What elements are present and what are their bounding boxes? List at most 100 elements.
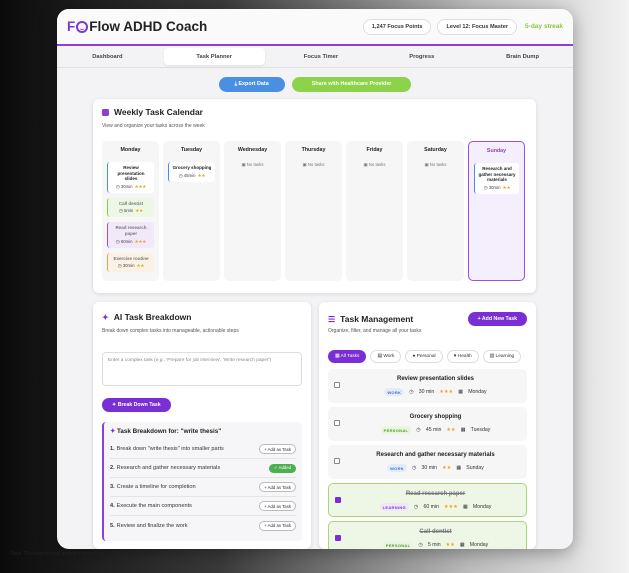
sparkle-icon: ✦ bbox=[110, 428, 116, 435]
category-tag: WORK bbox=[387, 464, 407, 472]
calendar-day-friday[interactable]: Friday ▣ No tasks bbox=[346, 141, 403, 281]
level-badge: Level 12: Focus Master bbox=[437, 18, 518, 35]
step-text-wrap: 1. Break down "write thesis" into smaller… bbox=[110, 446, 224, 452]
filter-label: Work bbox=[383, 354, 395, 359]
tab-focus-timer[interactable]: Focus Timer bbox=[271, 46, 372, 67]
task-checkbox[interactable] bbox=[335, 535, 341, 541]
add-as-task-button[interactable]: + Add as Task bbox=[259, 444, 296, 454]
task-day: Tuesday bbox=[470, 427, 491, 433]
task-list: Review presentation slides WORK ◷ 30 min ★★★… bbox=[328, 369, 527, 549]
add-as-task-button[interactable]: + Add as Task bbox=[259, 501, 296, 511]
task-card[interactable]: Grocery shopping PERSONAL ◷ 45 min ★★ ▦ Tuesda… bbox=[328, 407, 527, 441]
calendar-day-thursday[interactable]: Thursday ▣ No tasks bbox=[285, 141, 342, 281]
filter-all-tasks[interactable]: ▦ All Tasks bbox=[328, 350, 367, 363]
calendar-task[interactable]: Review presentation slides ◷ 30min ★★★ bbox=[107, 162, 154, 193]
add-as-task-button[interactable]: + Add as Task bbox=[259, 482, 296, 492]
manage-subtitle: Organize, filter, and manage all your ta… bbox=[328, 328, 422, 334]
task-card[interactable]: Call dentist PERSONAL ◷ 5 min ★★ ▦ Monday bbox=[328, 521, 527, 549]
task-card[interactable]: Read research paper LEARNING ◷ 60 min ★★★ ▦ Mo… bbox=[328, 483, 527, 517]
filter-learning[interactable]: ▥ Learning bbox=[482, 350, 522, 363]
category-tag: LEARNING bbox=[379, 503, 409, 511]
step-number: 4. bbox=[110, 503, 115, 509]
priority-stars: ★★ bbox=[446, 427, 456, 433]
calendar-day-wednesday[interactable]: Wednesday ▣ No tasks bbox=[224, 141, 281, 281]
clock-icon: ◷ bbox=[416, 427, 421, 433]
calendar-task[interactable]: Call dentist ◷ 5min ★★ bbox=[107, 197, 154, 218]
filter-health[interactable]: ♥ Health bbox=[446, 350, 479, 363]
calendar-days: Monday Review presentation slides ◷ 30min ★… bbox=[102, 141, 525, 281]
complex-task-input[interactable]: Enter a complex task (e.g., 'Prepare for… bbox=[102, 352, 302, 386]
calendar-task-title: Read research paper bbox=[115, 225, 147, 236]
task-duration: 5min bbox=[123, 208, 134, 214]
calendar-icon bbox=[102, 108, 109, 116]
tab-brain-dump[interactable]: Brain Dump bbox=[472, 46, 573, 67]
task-duration: 30min bbox=[488, 184, 501, 190]
task-filters: ▦ All Tasks ▤ Work ● Personal ♥ Health ▥ Lea… bbox=[328, 350, 527, 363]
priority-stars: ★★ bbox=[502, 184, 511, 190]
share-provider-button[interactable]: Share with Healthcare Provider bbox=[291, 76, 412, 92]
smile-icon bbox=[76, 20, 89, 33]
category-tag: WORK bbox=[384, 388, 405, 396]
calendar-task[interactable]: Research and gather necessary materials ◷… bbox=[474, 163, 519, 194]
tab-dashboard[interactable]: Dashboard bbox=[57, 46, 158, 67]
task-checkbox[interactable] bbox=[334, 458, 340, 464]
calendar-icon: ▦ bbox=[456, 465, 462, 471]
tab-progress[interactable]: Progress bbox=[371, 46, 472, 67]
step-number: 1. bbox=[110, 446, 115, 452]
task-meta: PERSONAL ◷ 45 min ★★ ▦ Tuesday bbox=[344, 426, 527, 434]
calendar-task-meta: ◷ 45min ★★ bbox=[172, 173, 212, 179]
filter-personal[interactable]: ● Personal bbox=[405, 350, 443, 363]
manage-title-row: ☰ Task Management bbox=[328, 314, 413, 324]
calendar-task[interactable]: Grocery shopping ◷ 45min ★★ bbox=[168, 162, 215, 182]
step-text-wrap: 5. Review and finalize the work bbox=[110, 523, 188, 529]
calendar-task-meta: ◷ 30min ★★★ bbox=[111, 184, 151, 190]
app-logo: F Flow ADHD Coach bbox=[67, 19, 207, 34]
task-duration: 60 min bbox=[423, 504, 440, 510]
calendar-task[interactable]: Read research paper ◷ 60min ★★★ bbox=[107, 222, 154, 248]
day-name: Friday bbox=[366, 147, 383, 153]
task-day: Sunday bbox=[466, 465, 484, 471]
calendar-task[interactable]: Exercise routine ◷ 30min ★★ bbox=[107, 252, 154, 273]
task-duration: 30 min bbox=[421, 465, 438, 471]
weekly-calendar-card: Weekly Task Calendar View and organize y… bbox=[93, 99, 536, 293]
step-text: Break down "write thesis" into smaller p… bbox=[116, 446, 224, 452]
breakdown-title-row: ✦ AI Task Breakdown bbox=[102, 312, 302, 322]
task-checkbox[interactable] bbox=[334, 382, 340, 388]
step-text-wrap: 3. Create a timeline for completion bbox=[110, 484, 196, 490]
breakdown-result: ✦ Task Breakdown for: "write thesis" 1. B… bbox=[102, 422, 302, 541]
calendar-icon: ▦ bbox=[460, 427, 466, 433]
calendar-day-tuesday[interactable]: Tuesday Grocery shopping ◷ 45min ★★ bbox=[163, 141, 220, 281]
task-checkbox[interactable] bbox=[335, 497, 341, 503]
calendar-task-title: Exercise routine bbox=[113, 255, 149, 261]
priority-stars: ★★ bbox=[135, 208, 143, 214]
breakdown-step: 3. Create a timeline for completion + Add … bbox=[110, 478, 296, 497]
task-card[interactable]: Review presentation slides WORK ◷ 30 min ★★★… bbox=[328, 369, 527, 403]
added-indicator[interactable]: ✓ Added bbox=[269, 463, 296, 473]
clock-icon: ◷ bbox=[411, 465, 417, 471]
breakdown-step: 5. Review and finalize the work + Add as T… bbox=[110, 516, 296, 535]
add-new-task-button[interactable]: + Add New Task bbox=[467, 312, 527, 326]
add-as-task-button[interactable]: + Add as Task bbox=[259, 520, 296, 531]
task-duration: 30min bbox=[122, 263, 135, 269]
task-day: Monday bbox=[472, 504, 492, 510]
day-name: Monday bbox=[120, 147, 141, 153]
export-data-button[interactable]: ⤓ Export Data bbox=[218, 76, 285, 92]
main-nav: Dashboard Task Planner Focus Timer Progr… bbox=[57, 46, 573, 68]
break-down-task-button[interactable]: ✦ Break Down Task bbox=[102, 398, 171, 412]
no-tasks-text: No tasks bbox=[368, 162, 386, 167]
calendar-day-monday[interactable]: Monday Review presentation slides ◷ 30min ★… bbox=[102, 141, 159, 281]
list-icon: ☰ bbox=[328, 314, 336, 324]
step-text-wrap: 4. Execute the main components bbox=[110, 503, 192, 509]
priority-stars: ★★★ bbox=[439, 389, 454, 395]
task-card[interactable]: Research and gather necessary materials W… bbox=[328, 445, 527, 479]
tab-task-planner[interactable]: Task Planner bbox=[163, 48, 265, 65]
calendar-day-saturday[interactable]: Saturday ▣ No tasks bbox=[407, 141, 464, 281]
task-checkbox[interactable] bbox=[334, 420, 340, 426]
filter-work[interactable]: ▤ Work bbox=[370, 350, 402, 363]
task-meta: LEARNING ◷ 60 min ★★★ ▦ Monday bbox=[345, 503, 526, 511]
step-number: 3. bbox=[110, 484, 115, 490]
day-name: Tuesday bbox=[180, 147, 203, 153]
calendar-day-sunday[interactable]: Sunday Research and gather necessary mate… bbox=[468, 141, 525, 281]
step-number: 5. bbox=[110, 522, 115, 529]
calendar-task-title: Research and gather necessary materials bbox=[478, 166, 516, 183]
